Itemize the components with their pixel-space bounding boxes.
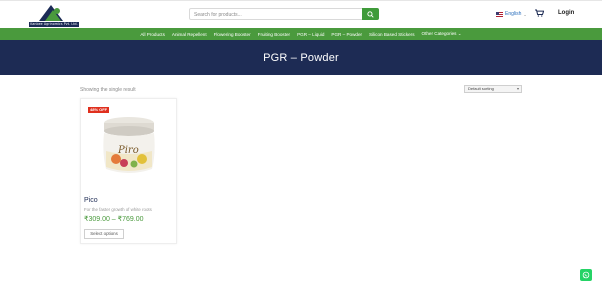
search-input[interactable] xyxy=(194,10,362,19)
page-title: PGR – Powder xyxy=(263,51,339,64)
product-card[interactable]: 48% OFF Piro Pico For the faster growth … xyxy=(80,98,177,244)
search-icon xyxy=(367,10,374,18)
us-flag-icon xyxy=(496,11,503,17)
product-price: ₹309.00 – ₹769.00 xyxy=(84,216,144,223)
nav-item-label: Other Categories xyxy=(421,31,457,36)
product-image-label: Piro xyxy=(117,145,139,156)
language-selector[interactable]: English ⌄ xyxy=(496,10,527,18)
chevron-down-icon: ⌄ xyxy=(457,31,462,36)
site-logo[interactable]: Kanbee Agrinomics Pvt. Ltd. xyxy=(29,3,79,27)
main-nav: All Products Animal Repellent Flowering … xyxy=(0,28,602,40)
nav-item-silicon-stickers[interactable]: Silicon Based Stickers xyxy=(369,32,414,37)
nav-item-pgr-liquid[interactable]: PGR – Liquid xyxy=(297,32,324,37)
select-options-button[interactable]: Select options xyxy=(84,229,124,239)
product-title[interactable]: Pico xyxy=(84,197,98,204)
search-button[interactable] xyxy=(362,8,379,20)
result-count: Showing the single result xyxy=(80,87,136,93)
product-image[interactable]: Piro xyxy=(98,113,160,177)
sort-select[interactable]: Default sorting ▾ xyxy=(464,85,522,93)
nav-item-all-products[interactable]: All Products xyxy=(140,32,165,37)
sort-selected-label: Default sorting xyxy=(468,86,494,91)
chevron-down-icon: ⌄ xyxy=(523,11,527,17)
whatsapp-chat-button[interactable] xyxy=(580,269,592,281)
nav-item-animal-repellent[interactable]: Animal Repellent xyxy=(172,32,207,37)
page-hero: PGR – Powder xyxy=(0,40,602,75)
cart-icon[interactable] xyxy=(535,9,544,17)
site-header: Kanbee Agrinomics Pvt. Ltd. English ⌄ Lo… xyxy=(0,0,602,28)
logo-text: Kanbee Agrinomics Pvt. Ltd. xyxy=(29,22,79,27)
logo-mark-icon xyxy=(39,5,63,21)
nav-item-flowering-booster[interactable]: Flowering Booster xyxy=(214,32,251,37)
login-link[interactable]: Login xyxy=(558,10,574,16)
product-description: For the faster growth of white roots xyxy=(84,207,152,212)
nav-item-pgr-powder[interactable]: PGR – Powder xyxy=(331,32,362,37)
chevron-down-icon: ▾ xyxy=(516,86,519,91)
whatsapp-icon xyxy=(582,271,590,279)
search-bar xyxy=(189,8,379,20)
language-label: English xyxy=(505,11,522,17)
nav-item-other-categories[interactable]: Other Categories ⌄ xyxy=(422,31,462,37)
nav-item-fruiting-booster[interactable]: Fruiting Booster xyxy=(258,32,290,37)
